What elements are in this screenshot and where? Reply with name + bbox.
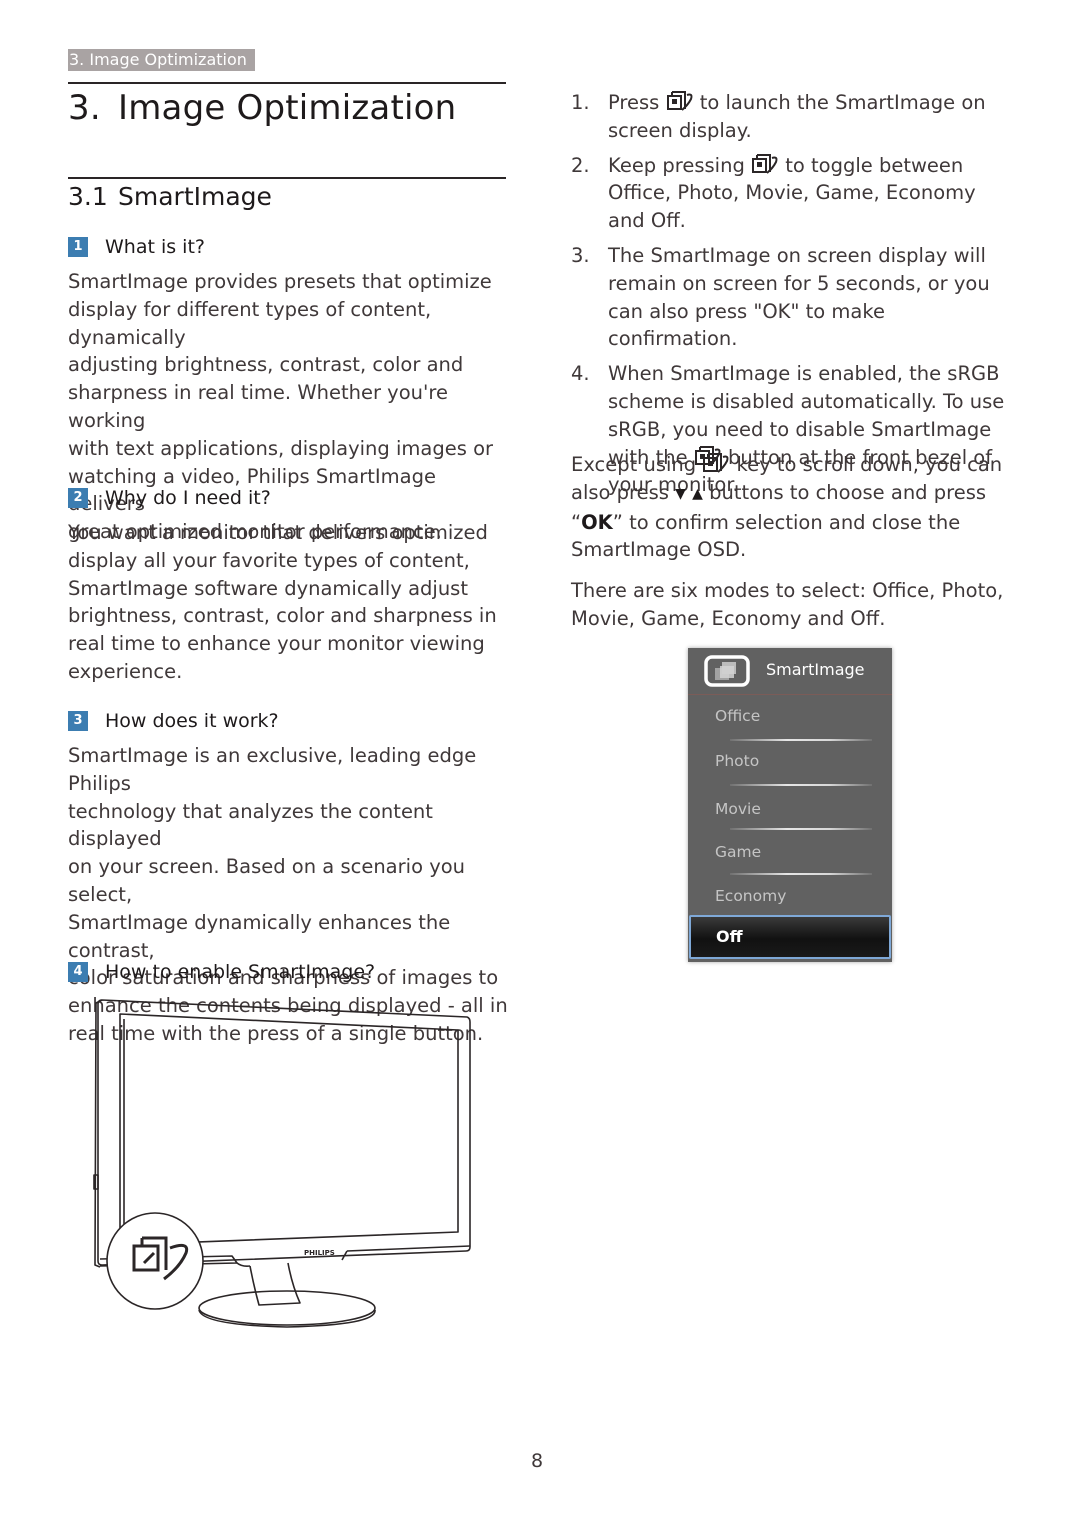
subsection-heading-text: How does it work? (105, 710, 279, 732)
number-badge: 3 (68, 711, 88, 731)
monitor-illustration: PHILIPS (93, 999, 471, 1328)
text-line: SmartImage is an exclusive, leading edge… (68, 744, 477, 795)
step-item: 3. The SmartImage on screen display will… (571, 242, 1016, 353)
osd-item-movie[interactable]: Movie (715, 800, 761, 818)
divider (68, 82, 506, 84)
subsection-heading-text: Why do I need it? (105, 487, 271, 509)
smartimage-key-icon (752, 153, 778, 174)
osd-item-off-label: Off (716, 927, 743, 946)
text-line: SmartImage dynamically enhances the cont… (68, 910, 451, 962)
ok-label: OK (581, 510, 613, 534)
smartimage-logo-icon (704, 655, 750, 687)
brand-logo: PHILIPS (304, 1249, 335, 1257)
step-text: Keep pressing to toggle between Office, … (608, 152, 1016, 235)
number-badge: 2 (68, 488, 88, 508)
zoom-callout (106, 1212, 204, 1310)
down-arrow-icon: ▼ (675, 485, 686, 502)
osd-item-economy[interactable]: Economy (715, 887, 786, 905)
smartimage-key-icon (703, 453, 729, 473)
text-line: display all your favorite types of conte… (68, 548, 470, 572)
step-item: 2. Keep pressing to toggle between Offic… (571, 152, 1016, 235)
text-line: SmartImage software dynamically adjust (68, 576, 468, 600)
page-number: 8 (530, 1450, 544, 1472)
number-badge: 4 (68, 962, 88, 982)
section-title-text: SmartImage (118, 182, 272, 211)
osd-item-office[interactable]: Office (715, 707, 760, 725)
paragraph: You want a monitor that delivers optimiz… (68, 519, 513, 686)
osd-separator (730, 873, 872, 875)
text-line: on your screen. Based on a scenario you … (68, 855, 466, 906)
osd-item-photo[interactable]: Photo (715, 752, 759, 770)
subsection-heading: 1 What is it? (68, 234, 205, 260)
modes-paragraph: There are six modes to select: Office, P… (571, 579, 1004, 630)
step-number: 3. (571, 243, 590, 267)
section-number: 3.1 (68, 182, 108, 211)
step-text-before: Press (608, 91, 660, 114)
text-line: adjusting brightness, contrast, color an… (68, 353, 464, 377)
subsection-heading: 3 How does it work? (68, 708, 279, 734)
text-line: with text applications, displaying image… (68, 436, 494, 460)
text-line: brightness, contrast, color and sharpnes… (68, 604, 497, 628)
step-number: 2. (571, 153, 590, 177)
chapter-title-text: Image Optimization (118, 88, 457, 128)
steps-list: 1. Press to launch the SmartImage on scr… (571, 89, 1016, 506)
smartimage-osd-menu: SmartImage Office Photo Movie Game Econo… (688, 648, 892, 962)
subsection-heading-text: How to enable SmartImage? (105, 961, 376, 983)
monitor-screen (119, 1013, 459, 1246)
chapter-title: 3. Image Optimization (68, 86, 456, 130)
text-line: technology that analyzes the content dis… (68, 799, 433, 851)
subsection-heading-text: What is it? (105, 236, 205, 258)
text-line: real time to enhance your monitor viewin… (68, 632, 485, 656)
subsection-heading: 4 How to enable SmartImage? (68, 959, 375, 985)
osd-separator (730, 739, 872, 741)
breadcrumb: 3. Image Optimization (68, 49, 255, 71)
step-text: The SmartImage on screen display will re… (608, 243, 990, 351)
osd-title: SmartImage (766, 660, 865, 679)
navigation-paragraph: Except using key to scroll down, you can… (571, 451, 1016, 564)
text-line: sharpness in real time. Whether you're w… (68, 381, 448, 432)
divider (68, 177, 506, 179)
up-arrow-icon: ▲ (692, 485, 703, 502)
section-title: 3.1 SmartImage (68, 180, 272, 214)
number-badge: 1 (68, 237, 88, 257)
subsection-heading: 2 Why do I need it? (68, 485, 271, 511)
osd-separator (730, 784, 872, 786)
step-text: Press to launch the SmartImage on screen… (608, 89, 1016, 145)
text-part: Except using (571, 453, 697, 476)
text-line: SmartImage provides presets that optimiz… (68, 270, 492, 293)
step-number: 1. (571, 91, 590, 114)
osd-item-off-selected[interactable]: Off (689, 915, 891, 959)
text-line: display for different types of content, … (68, 297, 432, 349)
chapter-number: 3. (68, 88, 101, 128)
osd-item-game[interactable]: Game (715, 843, 761, 861)
step-item: 1. Press to launch the SmartImage on scr… (571, 89, 1016, 145)
text-part: ” to confirm selection and close the Sma… (571, 510, 961, 562)
osd-header: SmartImage (688, 648, 892, 695)
text-line: You want a monitor that delivers optimiz… (68, 521, 488, 544)
text-line: experience. (68, 659, 183, 683)
osd-separator (730, 828, 872, 830)
smartimage-key-icon (666, 91, 693, 111)
step-text-before: Keep pressing (608, 153, 745, 177)
